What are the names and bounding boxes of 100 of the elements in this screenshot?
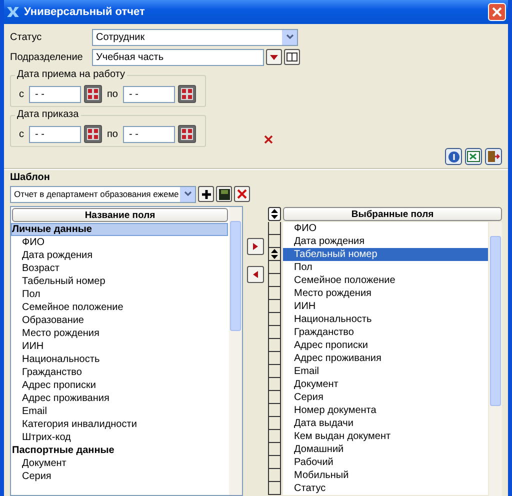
list-item[interactable]: Возраст: [11, 262, 228, 275]
group-item[interactable]: Паспортные данные: [11, 444, 228, 457]
sort-cell[interactable]: [268, 456, 282, 469]
spreadsheet-icon: [467, 151, 480, 162]
sort-cell[interactable]: [268, 222, 282, 235]
column-header[interactable]: Название поля: [12, 208, 228, 222]
list-item[interactable]: Национальность: [283, 313, 488, 326]
list-item[interactable]: Штрих-код: [11, 431, 228, 444]
sort-cell[interactable]: [268, 430, 282, 443]
list-item[interactable]: Семейное положение: [11, 301, 228, 314]
list-item[interactable]: Категория инвалидности: [11, 418, 228, 431]
calendar-icon: [180, 127, 194, 141]
list-item[interactable]: Документ: [283, 378, 488, 391]
exit-button[interactable]: [485, 148, 502, 165]
list-item[interactable]: Серия: [283, 391, 488, 404]
sort-button[interactable]: [268, 207, 282, 221]
list-item[interactable]: ИИН: [11, 340, 228, 353]
template-dropdown[interactable]: Отчет в департамент образования ежеме: [10, 186, 196, 202]
list-item[interactable]: Место рождения: [283, 287, 488, 300]
sort-cell[interactable]: [268, 365, 282, 378]
list-item[interactable]: Домашний: [283, 443, 488, 456]
list-item[interactable]: ФИО: [11, 236, 228, 249]
list-item[interactable]: Адрес проживания: [11, 392, 228, 405]
sort-cell[interactable]: [268, 339, 282, 352]
sort-cell[interactable]: [268, 404, 282, 417]
sort-cell[interactable]: [268, 352, 282, 365]
sort-cell[interactable]: [268, 417, 282, 430]
scrollbar[interactable]: [489, 222, 502, 496]
list-item[interactable]: ИИН: [283, 300, 488, 313]
date-input[interactable]: - -: [29, 126, 81, 142]
from-label: с: [18, 128, 25, 140]
scrollbar[interactable]: [229, 207, 242, 495]
department-field[interactable]: Учебная часть: [92, 48, 264, 66]
column-header[interactable]: Выбранные поля: [283, 207, 502, 221]
calendar-button[interactable]: [178, 85, 196, 103]
list-item[interactable]: Табельный номер: [283, 248, 488, 261]
sort-cell[interactable]: [268, 261, 282, 274]
calendar-button[interactable]: [178, 125, 196, 143]
sort-cell[interactable]: [268, 248, 282, 261]
list-item[interactable]: Статус: [283, 482, 488, 495]
list-item[interactable]: Национальность: [11, 353, 228, 366]
list-item[interactable]: Место рождения: [11, 327, 228, 340]
sort-cell[interactable]: [268, 378, 282, 391]
list-item[interactable]: Номер документа: [283, 404, 488, 417]
template-label: Шаблон: [10, 172, 51, 184]
book-button[interactable]: [284, 49, 300, 65]
list-item[interactable]: Email: [283, 365, 488, 378]
chevron-down-icon: [286, 34, 294, 40]
list-item[interactable]: Образование: [11, 314, 228, 327]
remove-field-button[interactable]: [247, 266, 264, 283]
sort-cell[interactable]: [268, 469, 282, 482]
list-item[interactable]: Мобильный: [283, 469, 488, 482]
list-item[interactable]: ФИО: [283, 222, 488, 235]
list-item[interactable]: Гражданство: [283, 326, 488, 339]
list-item[interactable]: Пол: [283, 261, 488, 274]
dropdown-button[interactable]: [266, 49, 282, 65]
sort-cell[interactable]: [268, 482, 282, 495]
sort-cell[interactable]: [268, 326, 282, 339]
list-item[interactable]: Табельный номер: [11, 275, 228, 288]
list-item[interactable]: Гражданство: [11, 366, 228, 379]
status-dropdown[interactable]: Сотрудник: [92, 28, 298, 46]
list-item[interactable]: Дата рождения: [283, 235, 488, 248]
list-item[interactable]: Дата рождения: [11, 249, 228, 262]
list-item[interactable]: Семейное положение: [283, 274, 488, 287]
sort-cell[interactable]: [268, 235, 282, 248]
close-button[interactable]: [488, 3, 506, 21]
group-item[interactable]: Личные данные: [11, 223, 228, 236]
sort-cell[interactable]: [268, 443, 282, 456]
sort-cell[interactable]: [268, 287, 282, 300]
list-item[interactable]: Документ: [11, 457, 228, 470]
app-icon: [6, 6, 20, 18]
add-button[interactable]: [198, 186, 214, 202]
date-input[interactable]: - -: [122, 126, 175, 142]
list-item[interactable]: Рабочий: [283, 456, 488, 469]
list-item[interactable]: Адрес прописки: [283, 339, 488, 352]
sort-cell[interactable]: [268, 274, 282, 287]
sort-cell[interactable]: [268, 313, 282, 326]
save-button[interactable]: [216, 186, 232, 202]
excel-button[interactable]: [465, 148, 482, 165]
to-label: по: [106, 88, 119, 100]
list-item[interactable]: Адрес проживания: [283, 352, 488, 365]
list-item[interactable]: Серия: [11, 470, 228, 483]
sort-cell[interactable]: [268, 300, 282, 313]
calendar-icon: [180, 87, 194, 101]
list-item[interactable]: Адрес прописки: [11, 379, 228, 392]
sort-cell[interactable]: [268, 391, 282, 404]
close-icon: [492, 7, 502, 17]
list-item[interactable]: Email: [11, 405, 228, 418]
calendar-button[interactable]: [84, 125, 102, 143]
list-item[interactable]: Кем выдан документ: [283, 430, 488, 443]
add-field-button[interactable]: [247, 238, 264, 255]
date-input[interactable]: - -: [29, 86, 81, 102]
calendar-icon: [86, 127, 100, 141]
help-button[interactable]: [445, 148, 462, 165]
list-item[interactable]: Дата выдачи: [283, 417, 488, 430]
sort-icon: [271, 209, 278, 219]
date-input[interactable]: - -: [122, 86, 175, 102]
list-item[interactable]: Пол: [11, 288, 228, 301]
calendar-button[interactable]: [84, 85, 102, 103]
delete-button[interactable]: [234, 186, 250, 202]
